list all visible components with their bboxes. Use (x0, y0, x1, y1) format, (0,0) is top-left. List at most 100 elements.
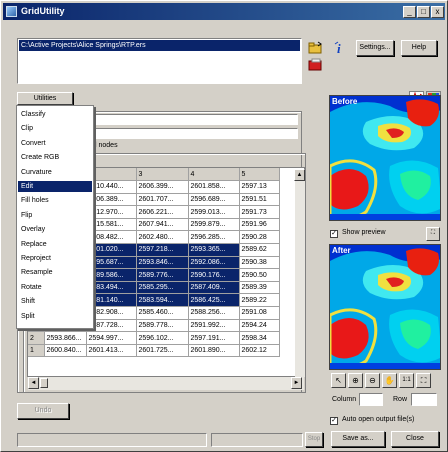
grid-cell[interactable]: 2606.221... (136, 205, 189, 219)
menu-item[interactable]: Shift (18, 296, 92, 307)
grid-cell[interactable]: 2597.218... (136, 243, 189, 257)
grid-cell[interactable]: 2585.460... (136, 306, 189, 320)
grid-cell[interactable]: 2589.776... (136, 268, 189, 282)
scroll-up-icon[interactable]: ▲ (294, 169, 305, 181)
menu-item[interactable]: Convert (18, 138, 92, 149)
stop-button[interactable]: Stop (305, 432, 323, 447)
grid-cell[interactable]: 2593.866... (44, 331, 87, 345)
save-as-button[interactable]: Save as... (331, 431, 385, 447)
zoom-extents-icon[interactable]: ⛶ (416, 373, 431, 388)
grid-cell[interactable]: 2602.480... (136, 230, 189, 245)
grid-cell[interactable]: 2591.96 (239, 218, 280, 232)
grid-cell[interactable]: 2591.73 (239, 205, 280, 219)
menu-item[interactable]: Replace (18, 239, 92, 250)
grid-cell[interactable]: 2585.295... (136, 281, 189, 295)
option-field-1[interactable] (93, 114, 298, 125)
grid-cell[interactable]: 2601.725... (136, 344, 189, 358)
grid-cell[interactable]: 2590.28 (239, 230, 280, 245)
row-header[interactable]: 2 (28, 331, 45, 345)
grid-cell[interactable]: 2583.594... (136, 293, 189, 308)
help-button[interactable]: Help (401, 40, 437, 56)
grid-cell[interactable]: 2601.413... (86, 344, 137, 358)
grid-cell[interactable]: 2590.38 (239, 256, 280, 270)
pointer-tool-icon[interactable]: ↖ (331, 373, 346, 388)
auto-open-checkbox[interactable]: ✓ (330, 417, 338, 425)
maximize-button[interactable]: □ (417, 6, 430, 18)
grid-cell[interactable]: 2601.707... (136, 193, 189, 207)
menu-item[interactable]: Fill holes (18, 195, 92, 206)
run-icon[interactable] (308, 58, 323, 72)
grid-cell[interactable]: 2590.50 (239, 268, 280, 282)
menu-item[interactable]: Create RGB (18, 152, 92, 163)
grid-cell[interactable]: 2589.39 (239, 281, 280, 295)
grid-cell[interactable]: 2606.399... (136, 180, 189, 194)
grid-cell[interactable]: 2591.992... (188, 319, 240, 333)
grid-cell[interactable]: 2597.191... (188, 331, 240, 345)
grid-cell[interactable]: 2596.689... (188, 193, 240, 207)
menu-item[interactable]: Overlay (18, 224, 92, 235)
grid-cell[interactable]: 2594.997... (86, 331, 137, 345)
file-list[interactable]: C:\Active Projects\Alice Springs\RTP.ers (17, 38, 302, 84)
zoom-out-icon[interactable]: ⊖ (365, 373, 380, 388)
grid-cell[interactable]: 2599.013... (188, 205, 240, 219)
close-window-button[interactable]: x (431, 6, 444, 18)
grid-cell[interactable]: 2597.13 (239, 180, 280, 194)
scroll-thumb[interactable] (40, 378, 48, 388)
grid-cell[interactable]: 2587.409... (188, 281, 240, 295)
column-field[interactable] (359, 393, 383, 406)
menu-item[interactable]: Curvature (18, 167, 92, 178)
menu-item[interactable]: Edit (18, 181, 92, 193)
zoom-1to1-button[interactable]: 1:1 (399, 373, 414, 388)
info-icon[interactable]: i (333, 41, 348, 56)
menu-item[interactable]: Split (18, 311, 92, 322)
minimize-button[interactable]: _ (403, 6, 416, 18)
show-preview-checkbox[interactable]: ✓ (330, 230, 338, 238)
grid-cell[interactable]: 2599.879... (188, 218, 240, 232)
grid-cell[interactable]: 2598.34 (239, 331, 280, 345)
menu-item[interactable]: Classify (18, 109, 92, 120)
menu-item[interactable]: Flip (18, 210, 92, 221)
grid-cell[interactable]: 2593.846... (136, 256, 189, 270)
grid-cell[interactable]: 2589.22 (239, 293, 280, 308)
undo-button[interactable]: Undo (17, 403, 69, 419)
grid-cell[interactable]: 2594.24 (239, 319, 280, 333)
menu-item[interactable]: Resample (18, 267, 92, 278)
grid-column-header[interactable]: 5 (239, 168, 280, 182)
grid-vertical-scrollbar[interactable]: ▲ (294, 169, 305, 377)
menu-item[interactable]: Reproject (18, 253, 92, 264)
utilities-button[interactable]: Utilities (17, 92, 73, 105)
grid-cell[interactable]: 2589.62 (239, 243, 280, 257)
grid-cell[interactable]: 2592.086... (188, 256, 240, 270)
grid-cell[interactable]: 2596.285... (188, 230, 240, 245)
row-header[interactable]: 1 (28, 344, 45, 358)
scroll-right-icon[interactable]: ► (291, 377, 302, 389)
scroll-left-icon[interactable]: ◄ (28, 377, 39, 389)
grid-cell[interactable]: 2586.425... (188, 293, 240, 308)
menu-item[interactable]: Clip (18, 123, 92, 134)
grid-column-header[interactable]: 3 (136, 168, 189, 182)
folder-open-icon[interactable] (308, 41, 323, 55)
grid-cell[interactable]: 2602.12 (239, 344, 280, 358)
grid-cell[interactable]: 2600.840... (44, 344, 87, 358)
grid-column-header[interactable]: 4 (188, 168, 240, 182)
grid-cell[interactable]: 2590.176... (188, 268, 240, 282)
grid-cell[interactable]: 2601.858... (188, 180, 240, 194)
grid-cell[interactable]: 2607.941... (136, 218, 189, 232)
file-list-item[interactable]: C:\Active Projects\Alice Springs\RTP.ers (19, 40, 300, 51)
pan-hand-icon[interactable]: ✋ (382, 373, 397, 388)
grid-cell[interactable]: 2601.890... (188, 344, 240, 358)
grid-cell[interactable]: 2591.08 (239, 306, 280, 320)
expand-preview-icon[interactable]: ⛶ (426, 227, 440, 241)
grid-cell[interactable]: 2589.778... (136, 319, 189, 333)
option-field-2[interactable] (93, 128, 298, 139)
menu-item[interactable]: Rotate (18, 282, 92, 293)
zoom-in-icon[interactable]: ⊕ (348, 373, 363, 388)
grid-cell[interactable]: 2596.102... (136, 331, 189, 345)
row-field[interactable] (411, 393, 437, 406)
settings-button[interactable]: Settings... (356, 40, 394, 56)
grid-cell[interactable]: 2588.256... (188, 306, 240, 320)
grid-cell[interactable]: 2593.365... (188, 243, 240, 257)
close-button[interactable]: Close (391, 431, 439, 447)
grid-cell[interactable]: 2591.51 (239, 193, 280, 207)
grid-horizontal-scrollbar[interactable]: ◄ ► (28, 377, 304, 390)
